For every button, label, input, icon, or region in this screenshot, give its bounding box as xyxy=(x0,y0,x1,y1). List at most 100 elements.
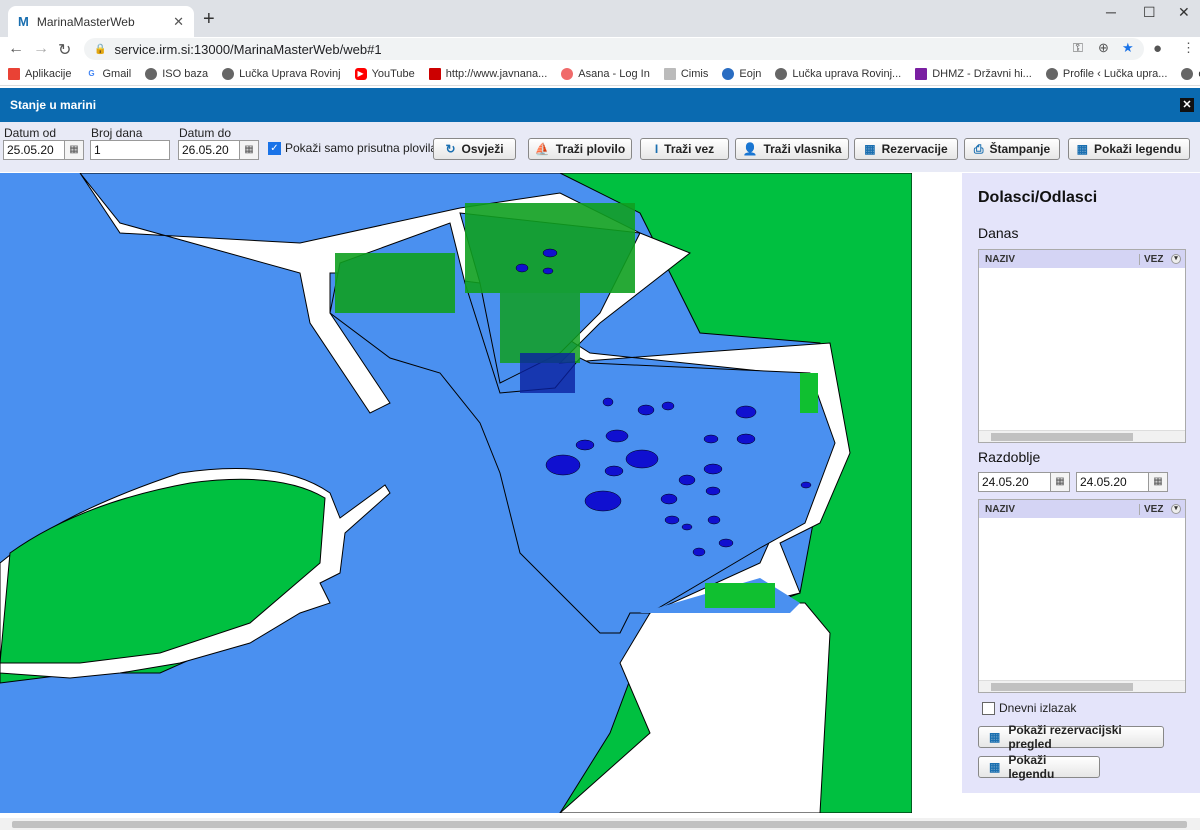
col-naziv[interactable]: NAZIV xyxy=(979,254,1139,265)
period-label: Razdoblje xyxy=(978,449,1041,465)
show-legend-button[interactable]: ▦ Pokaži legendu xyxy=(1068,138,1190,160)
eojn-icon xyxy=(722,67,735,80)
samo-prisutna-checkbox[interactable]: ✓ Pokaži samo prisutna plovila xyxy=(268,141,437,155)
daily-exit-label: Dnevni izlazak xyxy=(999,701,1077,715)
datum-do-field[interactable]: 26.05.20 xyxy=(178,140,240,160)
search-vessel-button[interactable]: ⛵ Traži plovilo xyxy=(528,138,632,160)
cimis-icon xyxy=(663,67,676,80)
search-berth-button[interactable]: I Traži vez xyxy=(640,138,729,160)
close-window-icon[interactable]: ✕ xyxy=(1178,4,1190,21)
datum-od-field[interactable]: 25.05.20 xyxy=(3,140,65,160)
daily-exit-checkbox[interactable]: Dnevni izlazak xyxy=(982,701,1076,715)
close-tab-icon[interactable]: ✕ xyxy=(173,14,184,30)
period-to-field[interactable]: 24.05.20 xyxy=(1076,472,1150,492)
marina-map-svg[interactable] xyxy=(0,173,912,813)
datum-do-label: Datum do xyxy=(179,126,232,140)
berth-icon: I xyxy=(654,142,659,156)
bookmark-lucka[interactable]: Lučka Uprava Rovinj xyxy=(222,67,341,80)
printer-icon: ⎙ xyxy=(973,141,984,156)
browser-tab[interactable]: M MarinaMasterWeb ✕ xyxy=(8,6,194,37)
bookmark-eplovilo[interactable]: ePlovilo xyxy=(1181,67,1200,80)
bookmark-eojn[interactable]: Eojn xyxy=(722,67,761,80)
profile-icon[interactable]: ● xyxy=(1153,40,1162,57)
globe-icon xyxy=(1045,67,1058,80)
key-icon[interactable]: ⚿ xyxy=(1073,40,1083,56)
zoom-icon[interactable]: ⊕ xyxy=(1098,40,1109,56)
lock-icon: 🔒 xyxy=(94,43,107,55)
col-naziv[interactable]: NAZIV xyxy=(979,504,1139,515)
today-grid[interactable]: NAZIV VEZ ▾ xyxy=(978,249,1186,443)
forward-icon[interactable]: → xyxy=(33,40,49,58)
youtube-icon: ▶ xyxy=(354,67,367,80)
back-icon[interactable]: ← xyxy=(8,40,24,58)
maximize-icon[interactable]: ☐ xyxy=(1143,4,1156,21)
col-vez[interactable]: VEZ ▾ xyxy=(1139,253,1185,265)
app-header: Stanje u marini ✕ xyxy=(0,88,1200,122)
table-icon: ▦ xyxy=(1076,142,1088,156)
checkbox-checked-icon[interactable]: ✓ xyxy=(268,141,281,155)
print-button[interactable]: ⎙ Štampanje xyxy=(964,138,1060,160)
globe-icon xyxy=(1181,67,1194,80)
period-from-field[interactable]: 24.05.20 xyxy=(978,472,1052,492)
search-owner-button[interactable]: 👤 Traži vlasnika xyxy=(735,138,849,160)
bookmark-lucka2[interactable]: Lučka uprava Rovinj... xyxy=(775,67,901,80)
calendar-icon[interactable]: ▦ xyxy=(64,140,84,160)
marina-map[interactable] xyxy=(0,173,912,813)
col-vez[interactable]: VEZ ▾ xyxy=(1139,503,1185,515)
bookmark-gmail[interactable]: G Gmail xyxy=(85,67,131,80)
broj-dana-field[interactable]: 1 xyxy=(90,140,170,160)
table-icon: ▦ xyxy=(989,760,1001,774)
globe-icon xyxy=(145,67,158,80)
bookmark-apps[interactable]: Aplikacije xyxy=(8,67,71,80)
bookmark-iso[interactable]: ISO baza xyxy=(145,67,208,80)
bookmarks-bar: Aplikacije G Gmail ISO baza Lučka Uprava … xyxy=(0,62,1200,86)
calendar-icon[interactable]: ▦ xyxy=(1148,472,1168,492)
globe-icon xyxy=(775,67,788,80)
close-icon[interactable]: ✕ xyxy=(1180,98,1194,112)
datum-od-label: Datum od xyxy=(4,126,57,140)
url-text: service.irm.si:13000/MarinaMasterWeb/web… xyxy=(114,41,382,57)
today-label: Danas xyxy=(978,225,1019,241)
samo-prisutna-label: Pokaži samo prisutna plovila xyxy=(285,141,438,155)
menu-icon[interactable]: ⋮ xyxy=(1182,40,1195,56)
star-icon[interactable]: ★ xyxy=(1122,40,1134,56)
reload-icon[interactable]: ↻ xyxy=(58,40,71,60)
address-bar[interactable]: 🔒 service.irm.si:13000/MarinaMasterWeb/w… xyxy=(84,38,1144,60)
refresh-icon: ↻ xyxy=(445,142,456,156)
chevron-down-icon[interactable]: ▾ xyxy=(1171,253,1181,264)
checkbox-icon[interactable] xyxy=(982,701,995,715)
table-icon: ▦ xyxy=(989,730,1001,744)
bookmark-dhmz[interactable]: DHMZ - Državni hi... xyxy=(915,67,1032,80)
calendar-icon[interactable]: ▦ xyxy=(1050,472,1070,492)
chevron-down-icon[interactable]: ▾ xyxy=(1171,503,1181,514)
globe-icon xyxy=(222,67,235,80)
bookmark-javna[interactable]: http://www.javnana... xyxy=(428,67,547,80)
new-tab-icon[interactable]: + xyxy=(203,9,215,29)
page-scrollbar[interactable] xyxy=(0,818,1200,830)
minimize-icon[interactable]: ─ xyxy=(1106,4,1116,20)
checker-icon xyxy=(428,67,441,80)
reservation-overview-button[interactable]: ▦ Pokaži rezervacijski pregled xyxy=(978,723,1164,751)
broj-dana-label: Broj dana xyxy=(91,126,143,140)
calendar-icon[interactable]: ▦ xyxy=(239,140,259,160)
table-icon: ▦ xyxy=(864,142,876,156)
bookmark-cimis[interactable]: Cimis xyxy=(663,67,708,80)
tab-title: MarinaMasterWeb xyxy=(36,14,135,29)
period-grid[interactable]: NAZIV VEZ ▾ xyxy=(978,499,1186,693)
person-icon: 👤 xyxy=(742,142,758,156)
refresh-button[interactable]: ↻ Osvježi xyxy=(433,138,516,160)
dhmz-icon xyxy=(915,67,928,80)
grid-scrollbar[interactable] xyxy=(979,680,1185,692)
asana-icon xyxy=(561,67,574,80)
page-title: Stanje u marini xyxy=(10,98,97,112)
grid-header: NAZIV VEZ ▾ xyxy=(979,500,1185,518)
apps-icon xyxy=(8,67,20,80)
grid-scrollbar[interactable] xyxy=(979,430,1185,442)
reservations-button[interactable]: ▦ Rezervacije xyxy=(854,138,958,160)
side-show-legend-button[interactable]: ▦ Pokaži legendu xyxy=(978,753,1100,781)
bookmark-youtube[interactable]: ▶ YouTube xyxy=(354,67,415,80)
sailboat-icon: ⛵ xyxy=(534,142,550,156)
bookmark-profile[interactable]: Profile ‹ Lučka upra... xyxy=(1045,67,1167,80)
bookmark-asana[interactable]: Asana - Log In xyxy=(561,67,650,80)
arrivals-departures-panel: Dolasci/Odlasci Danas NAZIV VEZ ▾ Razdobl… xyxy=(962,173,1200,793)
